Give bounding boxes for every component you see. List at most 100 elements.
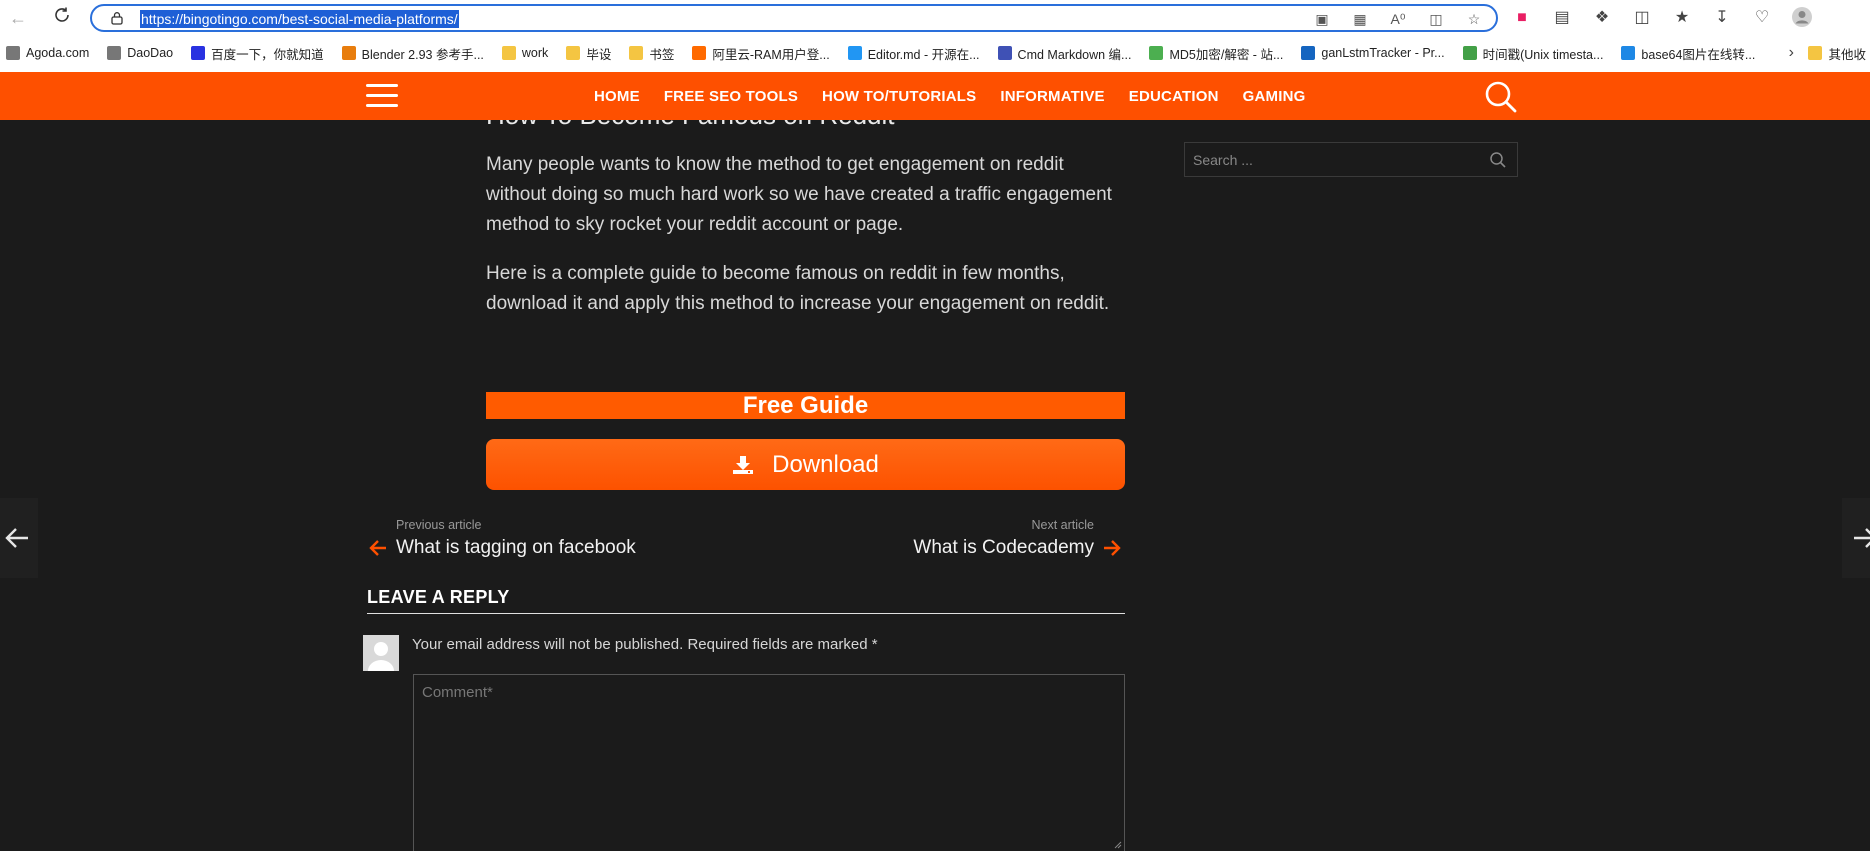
downloads-icon[interactable]: ↧ xyxy=(1710,6,1734,30)
bookmark-label: 毕设 xyxy=(586,47,612,62)
comment-textarea[interactable]: Comment* xyxy=(413,674,1125,851)
bookmark-item[interactable]: work xyxy=(501,42,548,64)
bookmark-label: 百度一下，你就知道 xyxy=(211,47,324,62)
bookmark-item[interactable]: 毕设 xyxy=(566,42,611,64)
profile-avatar-icon[interactable] xyxy=(1790,6,1814,30)
read-aloud-icon[interactable]: A⁰ xyxy=(1388,9,1408,29)
comment-placeholder: Comment* xyxy=(422,684,493,701)
bookmark-item[interactable]: 阿里云-RAM用户登... xyxy=(692,42,830,64)
article-paragraph: Many people wants to know the method to … xyxy=(486,154,1112,235)
nav-link-gaming[interactable]: GAMING xyxy=(1243,88,1306,105)
arrow-right-icon[interactable] xyxy=(1102,539,1122,557)
hamburger-menu-icon[interactable] xyxy=(366,84,398,108)
leave-reply-heading: LEAVE A REPLY xyxy=(367,587,510,607)
bookmark-item[interactable]: DaoDao xyxy=(107,42,173,64)
free-guide-label: Free Guide xyxy=(742,392,869,419)
next-article-side-arrow-icon[interactable] xyxy=(1842,498,1870,578)
address-row: ← https://bingotingo.com/best-social-med… xyxy=(0,0,1870,36)
bookmark-item[interactable]: Agoda.com xyxy=(6,42,89,64)
cmd-icon xyxy=(997,46,1012,60)
extensions-puzzle-icon[interactable]: ❖ xyxy=(1590,6,1614,30)
bookmark-label: MD5加密/解密 - 站... xyxy=(1169,47,1284,62)
bookmark-item[interactable]: base64图片在线转... xyxy=(1621,42,1755,64)
editormd-icon xyxy=(847,46,862,60)
bookmark-label: base64图片在线转... xyxy=(1641,47,1756,62)
bookmark-label: Cmd Markdown 编... xyxy=(1017,47,1132,62)
bookmark-item[interactable]: MD5加密/解密 - 站... xyxy=(1149,42,1283,64)
next-article-label: Next article xyxy=(1031,518,1094,532)
app-available-icon[interactable]: ▣ xyxy=(1312,9,1332,29)
performance-heart-icon[interactable]: ♡ xyxy=(1750,6,1774,30)
article-body: Many people wants to know the method to … xyxy=(486,150,1126,338)
immersive-reader-icon[interactable]: ◫ xyxy=(1426,9,1446,29)
site-navbar: HOME FREE SEO TOOLS HOW TO/TUTORIALS INFORM… xyxy=(0,72,1870,120)
bookmark-label: Agoda.com xyxy=(26,46,90,60)
url-text[interactable]: https://bingotingo.com/best-social-media… xyxy=(140,10,459,28)
bookmark-item[interactable]: 书签 xyxy=(629,42,674,64)
on-icon xyxy=(1301,46,1316,60)
favorite-star-icon[interactable]: ☆ xyxy=(1464,9,1484,29)
bookmark-label: 阿里云-RAM用户登... xyxy=(712,47,830,62)
favorites-icon[interactable]: ★ xyxy=(1670,6,1694,30)
page-icon xyxy=(107,46,122,60)
bookmarks-overflow-icon[interactable]: › xyxy=(1789,44,1794,62)
next-article-link[interactable]: What is Codecademy xyxy=(913,537,1094,559)
site-nav-links: HOME FREE SEO TOOLS HOW TO/TUTORIALS INFORM… xyxy=(594,72,1330,120)
reader-extension-icon[interactable]: ▤ xyxy=(1550,6,1574,30)
address-bar-tools: ▣ ▦ A⁰ ◫ ☆ xyxy=(1312,9,1484,29)
prev-article-side-arrow-icon[interactable] xyxy=(0,498,38,578)
back-icon[interactable]: ← xyxy=(6,6,30,30)
other-bookmarks-label: 其他收 xyxy=(1828,47,1866,62)
arrow-left-icon[interactable] xyxy=(368,539,388,557)
email-notice: Your email address will not be published… xyxy=(412,636,878,653)
nav-link-home[interactable]: HOME xyxy=(594,88,640,105)
translate-extension-icon[interactable]: ■ xyxy=(1510,6,1534,30)
nav-link-how-to-tutorials[interactable]: HOW TO/TUTORIALS xyxy=(822,88,976,105)
previous-article-link[interactable]: What is tagging on facebook xyxy=(396,537,636,559)
bookmark-item[interactable]: ganLstmTracker - Pr... xyxy=(1301,42,1445,64)
folder-icon xyxy=(629,46,644,60)
bookmark-item[interactable]: Cmd Markdown 编... xyxy=(997,42,1132,64)
bookmark-item[interactable]: 时间戳(Unix timesta... xyxy=(1462,42,1604,64)
download-button[interactable]: Download xyxy=(486,439,1125,490)
download-icon xyxy=(733,455,754,474)
resize-handle-icon[interactable] xyxy=(1114,841,1122,849)
md5-icon xyxy=(1149,46,1164,60)
bookmark-item[interactable]: Editor.md - 开源在... xyxy=(847,42,980,64)
extension-toolbar: ■ ▤ ❖ ◫ ★ ↧ ♡ xyxy=(1510,6,1814,30)
bookmark-label: DaoDao xyxy=(127,46,174,60)
bookmark-label: ganLstmTracker - Pr... xyxy=(1321,46,1445,60)
web-page: How To Become Famous on Reddit HOMEFREE … xyxy=(0,72,1870,851)
sidebar-search-placeholder: Search ... xyxy=(1193,152,1253,168)
lock-icon[interactable] xyxy=(110,11,124,25)
nav-link-informative[interactable]: INFORMATIVE xyxy=(1000,88,1104,105)
split-screen-icon[interactable]: ◫ xyxy=(1630,6,1654,30)
refresh-icon[interactable] xyxy=(50,6,74,30)
sidebar-search-input[interactable]: Search ... xyxy=(1184,142,1518,177)
address-bar[interactable]: https://bingotingo.com/best-social-media… xyxy=(90,4,1498,32)
bookmark-label: 书签 xyxy=(649,47,675,62)
previous-article-label: Previous article xyxy=(396,518,482,532)
blender-icon xyxy=(341,46,356,60)
nav-link-education[interactable]: EDUCATION xyxy=(1129,88,1219,105)
bookmarks-bar: Agoda.com DaoDao 百度一下，你就知道 Blender 2.93 参考手… xyxy=(0,40,1870,66)
aliyun-icon xyxy=(692,46,707,60)
search-icon[interactable] xyxy=(1489,151,1507,169)
download-label: Download xyxy=(772,450,879,478)
nav-link-free-seo-tools[interactable]: FREE SEO TOOLS xyxy=(664,88,798,105)
bookmark-item[interactable]: 百度一下，你就知道 xyxy=(191,42,324,64)
page-icon xyxy=(6,46,20,60)
search-icon[interactable] xyxy=(1484,80,1518,114)
qr-code-icon[interactable]: ▦ xyxy=(1350,9,1370,29)
article-paragraph: Here is a complete guide to become famou… xyxy=(486,263,1110,314)
avatar xyxy=(363,635,399,671)
folder-icon xyxy=(566,46,581,60)
free-guide-banner: Free Guide xyxy=(486,392,1125,419)
divider xyxy=(367,613,1125,614)
other-bookmarks[interactable]: 其他收 xyxy=(1808,40,1870,66)
folder-icon xyxy=(501,46,516,60)
bookmark-label: Blender 2.93 参考手... xyxy=(361,47,484,62)
bookmark-label: 时间戳(Unix timesta... xyxy=(1482,47,1604,62)
timestamp-icon xyxy=(1462,46,1477,60)
bookmark-item[interactable]: Blender 2.93 参考手... xyxy=(341,42,484,64)
